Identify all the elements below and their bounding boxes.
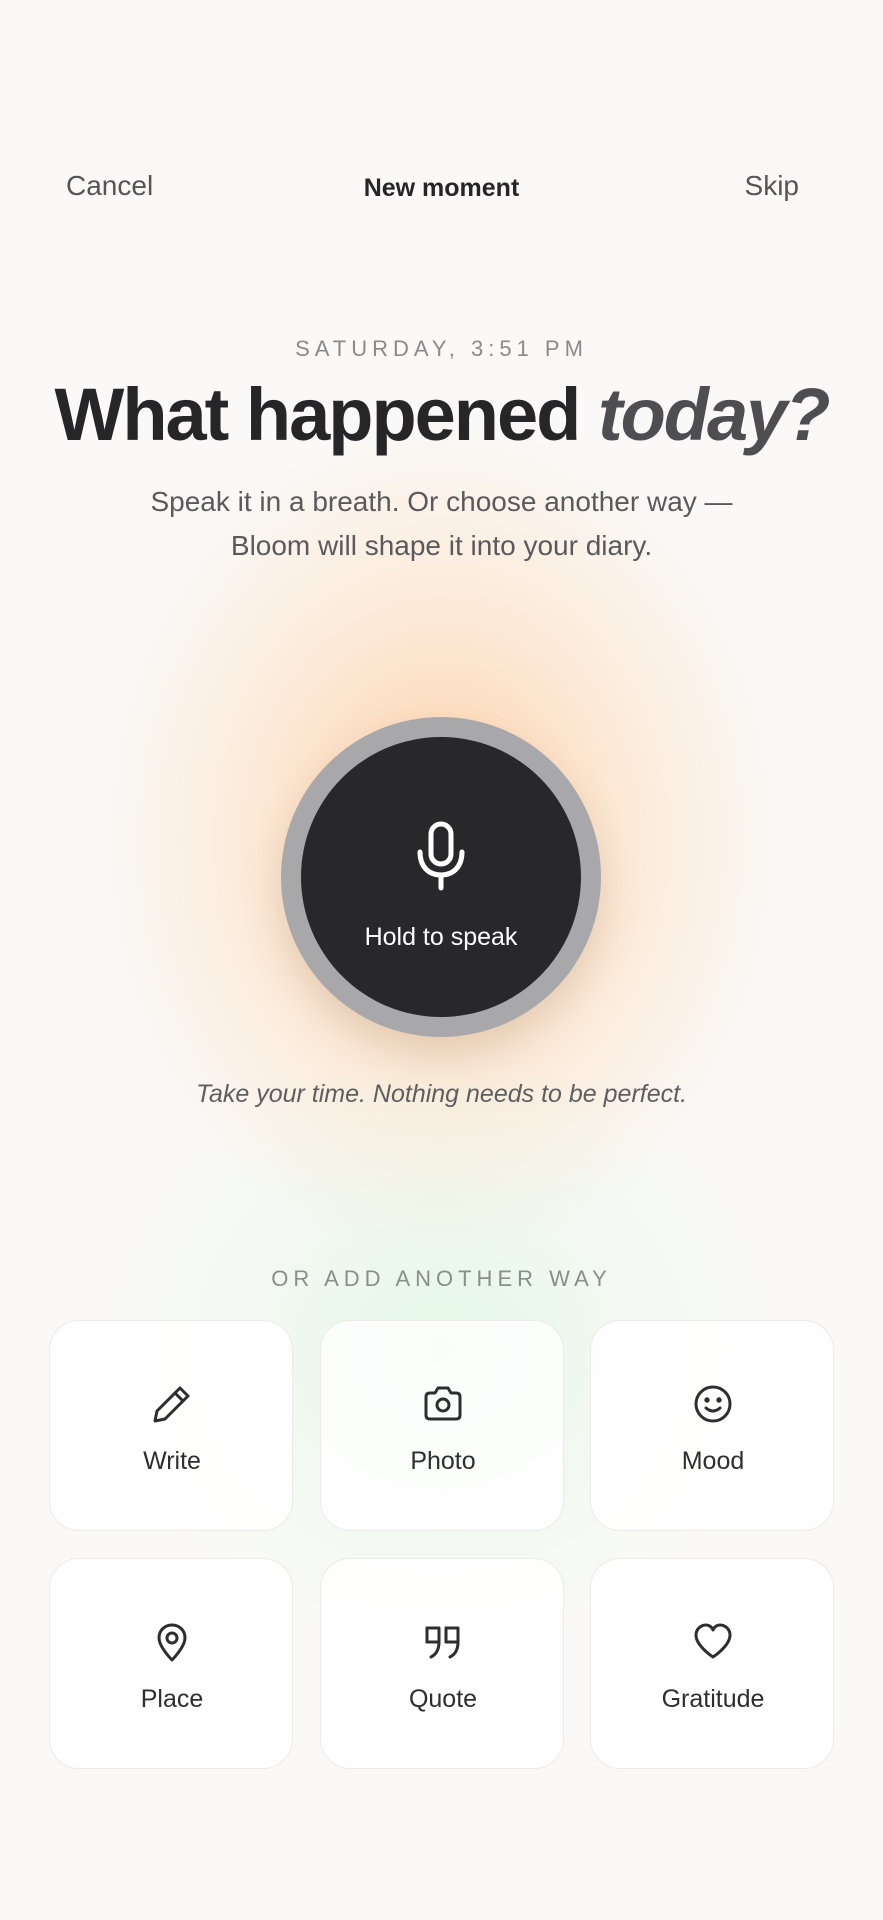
quote-option-label: Quote	[408, 1685, 478, 1713]
gratitude-option-label: Gratitude	[661, 1685, 765, 1713]
place-option[interactable]: Place	[49, 1558, 293, 1769]
hold-to-speak-inner: Hold to speak	[301, 737, 581, 1017]
write-option-label: Write	[143, 1447, 201, 1475]
quote-option[interactable]: Quote	[320, 1558, 564, 1769]
smiley-icon	[694, 1385, 732, 1423]
skip-button[interactable]: Skip	[745, 170, 799, 202]
photo-option-label: Photo	[410, 1447, 476, 1475]
camera-icon	[424, 1386, 462, 1421]
headline-main: What happened	[54, 373, 581, 456]
quote-icon	[425, 1626, 460, 1659]
mood-option-label: Mood	[681, 1447, 745, 1475]
microphone-icon	[417, 821, 465, 891]
pencil-icon	[153, 1386, 190, 1423]
map-pin-icon	[157, 1623, 187, 1662]
write-option[interactable]: Write	[49, 1320, 293, 1531]
subtitle: Speak it in a breath. Or choose another …	[0, 480, 883, 568]
add-options-heading: OR ADD ANOTHER WAY	[271, 1266, 612, 1291]
subtitle-line-1: Speak it in a breath. Or choose another …	[150, 486, 733, 517]
hold-to-speak-label: Hold to speak	[364, 923, 518, 951]
mood-option[interactable]: Mood	[590, 1320, 834, 1531]
date-time-label: SATURDAY, 3:51 PM	[295, 336, 588, 361]
heart-icon	[694, 1623, 732, 1659]
place-option-label: Place	[140, 1685, 204, 1713]
top-navigation: Cancel New moment Skip	[0, 0, 883, 380]
hold-to-speak-button[interactable]: Hold to speak	[281, 717, 601, 1037]
gratitude-option[interactable]: Gratitude	[590, 1558, 834, 1769]
headline-emphasis: today?	[597, 373, 831, 456]
hint-text: Take your time. Nothing needs to be perf…	[195, 1080, 688, 1108]
photo-option[interactable]: Photo	[320, 1320, 564, 1531]
headline: What happened today?	[0, 372, 883, 457]
subtitle-line-2: Bloom will shape it into your diary.	[230, 530, 653, 561]
